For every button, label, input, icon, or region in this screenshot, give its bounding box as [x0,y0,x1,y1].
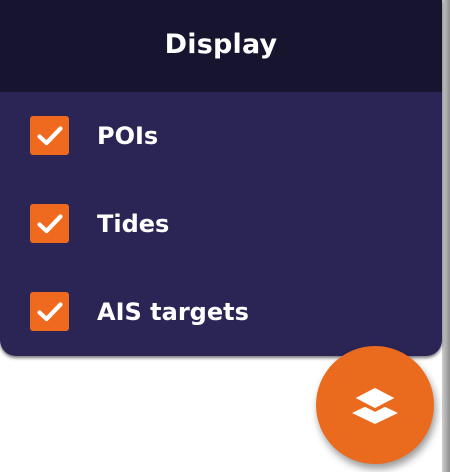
screen-edge [442,0,450,472]
layers-button[interactable] [316,346,434,464]
panel-title: Display [164,28,278,60]
option-label: Tides [97,209,170,238]
pois-checkbox[interactable] [30,116,69,155]
option-label: POIs [97,121,159,150]
option-ais-targets[interactable]: AIS targets [30,292,249,331]
display-panel: Display POIs Tides AIS targets [0,0,442,356]
panel-header: Display [0,0,442,92]
checkmark-icon [36,301,63,321]
checkmark-icon [36,213,63,233]
option-label: AIS targets [97,297,249,326]
layers-icon [350,384,400,424]
tides-checkbox[interactable] [30,204,69,243]
option-pois[interactable]: POIs [30,116,158,155]
checkmark-icon [36,125,63,145]
ais-targets-checkbox[interactable] [30,292,69,331]
option-tides[interactable]: Tides [30,204,169,243]
